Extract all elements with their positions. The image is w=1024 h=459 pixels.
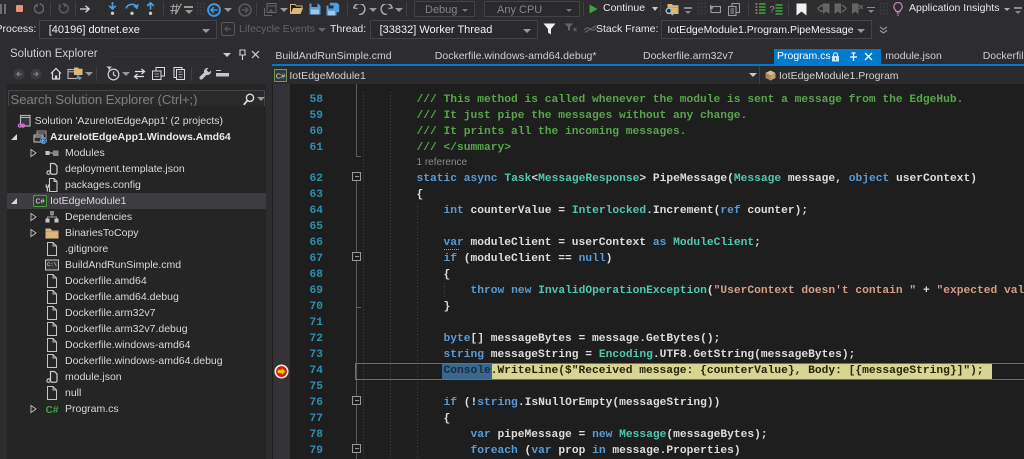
svg-text:C#: C# xyxy=(36,199,45,206)
svg-text:C#: C# xyxy=(276,72,286,81)
svg-text:C#: C# xyxy=(46,405,59,416)
svg-text:C:\: C:\ xyxy=(47,261,57,268)
svg-text:?: ? xyxy=(770,5,775,16)
